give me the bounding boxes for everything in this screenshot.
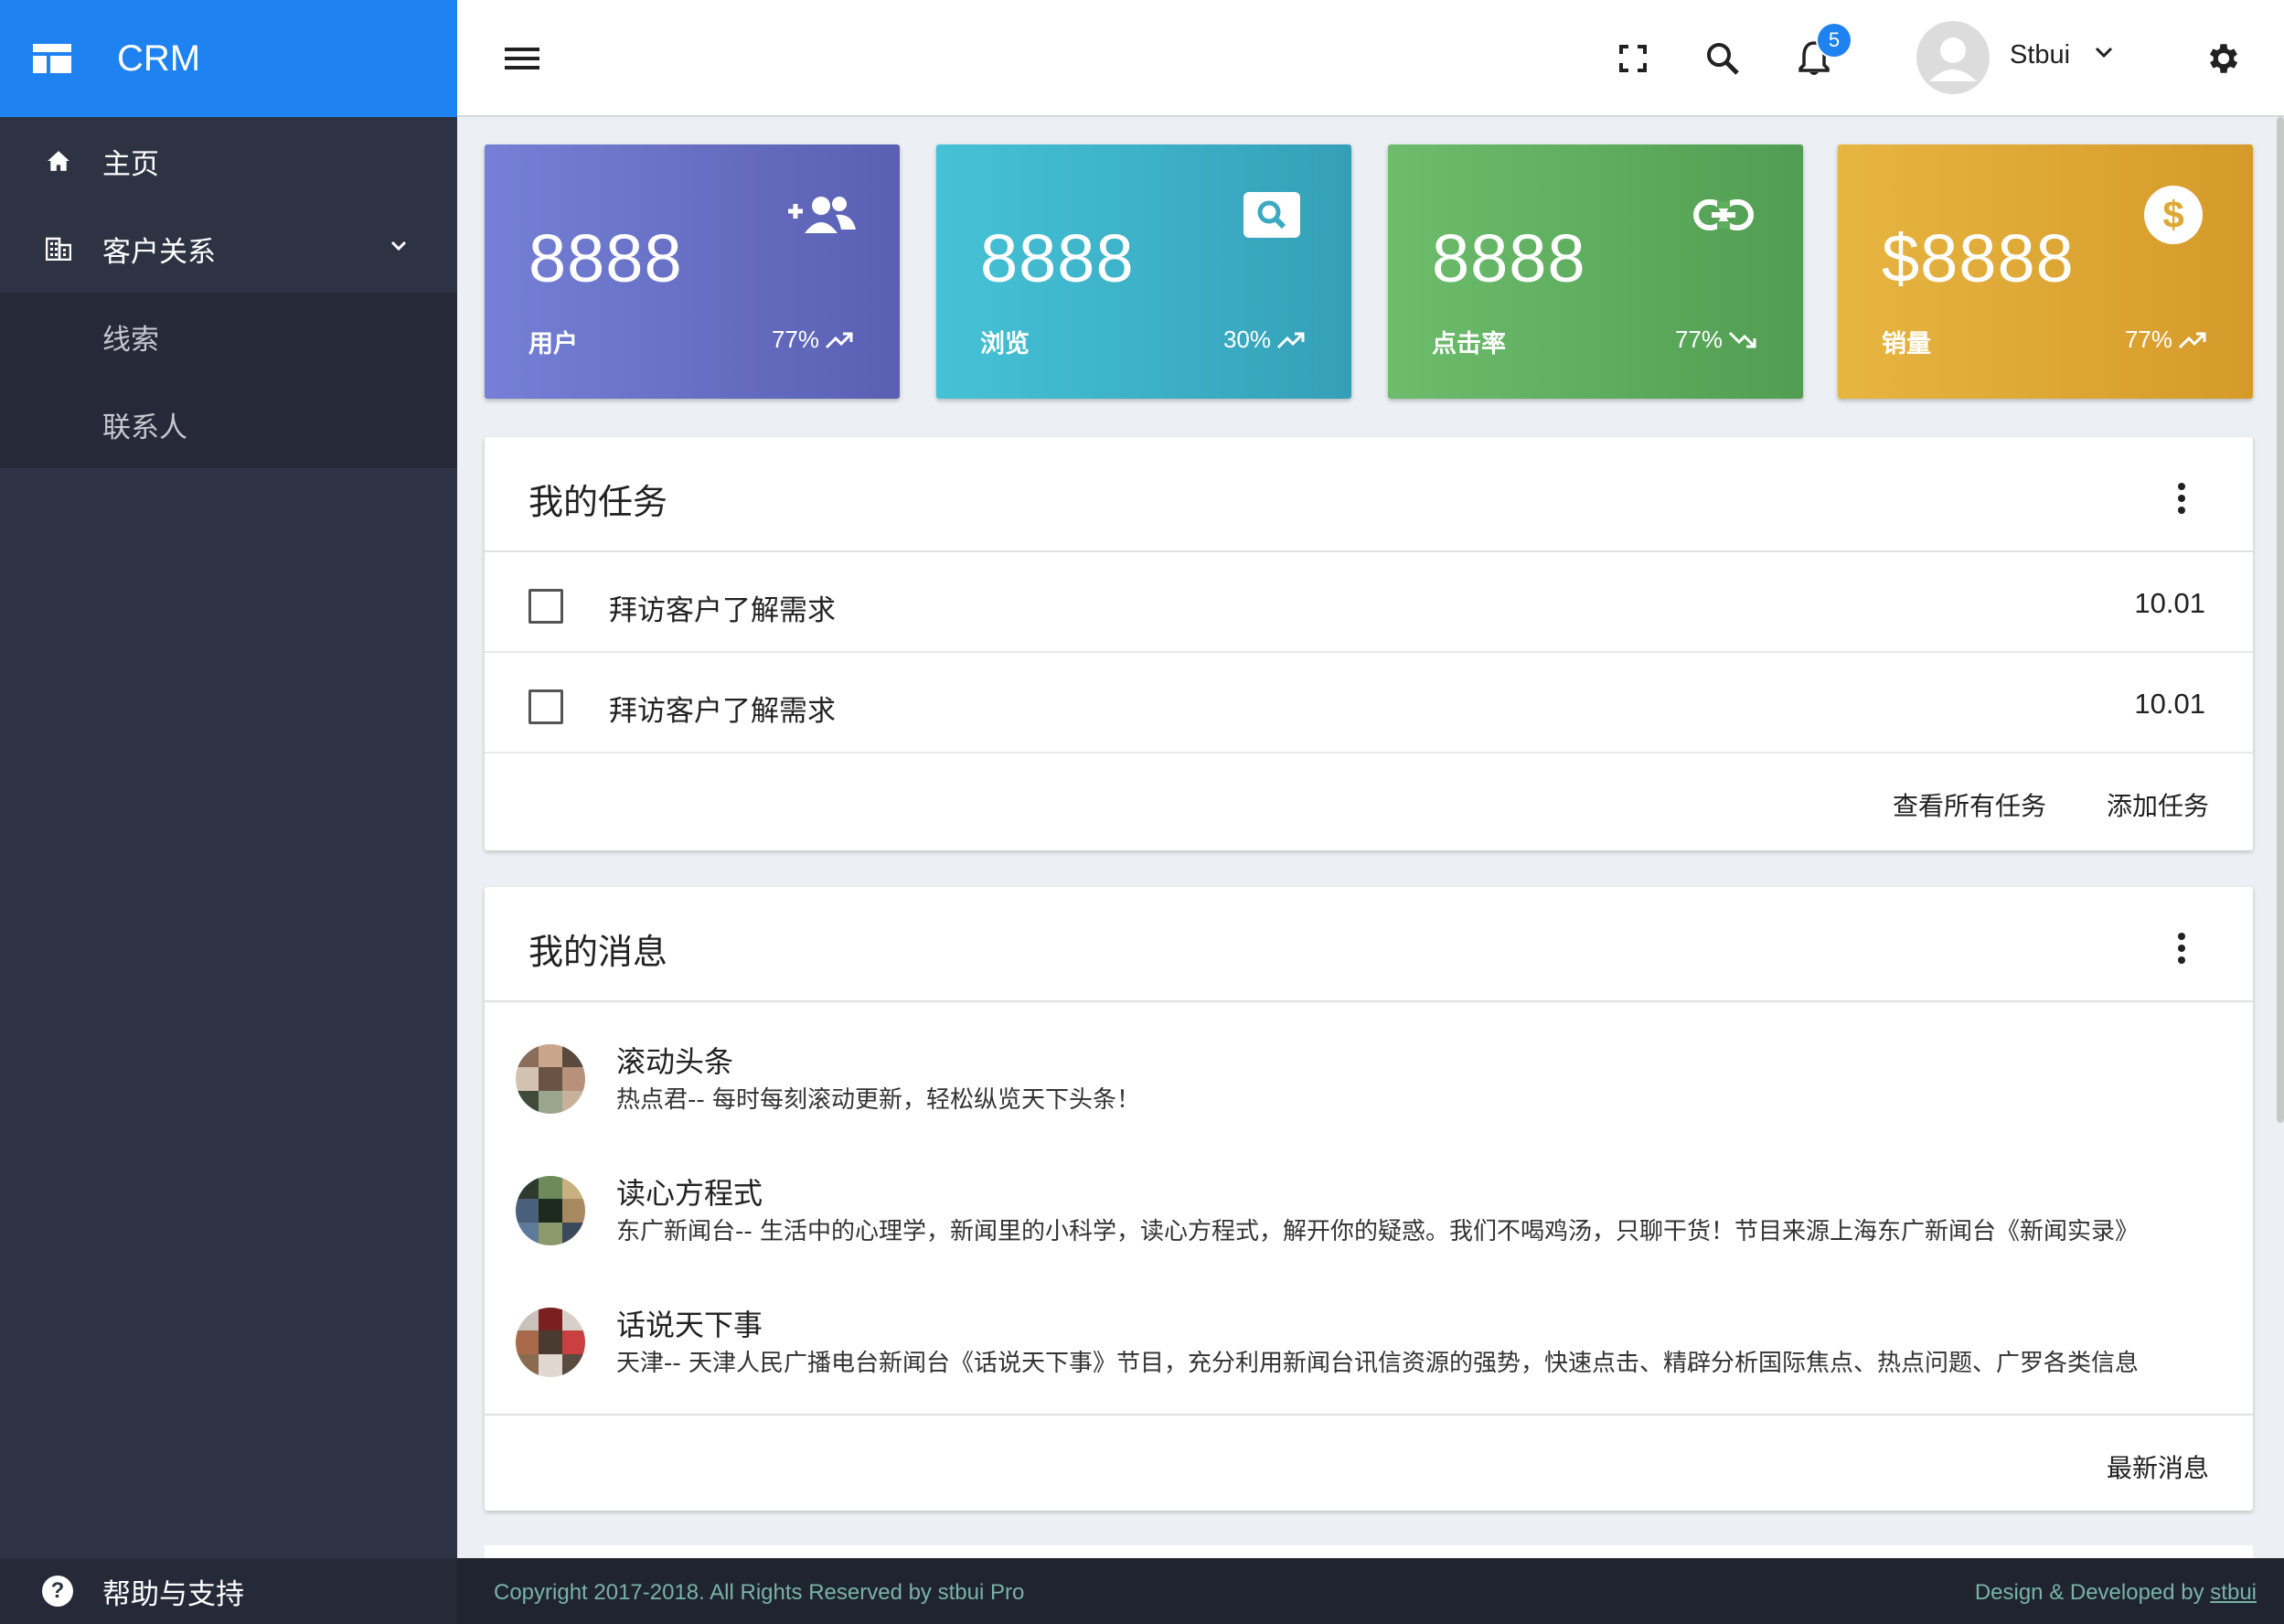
- brand-bar[interactable]: CRM: [0, 0, 457, 117]
- task-checkbox[interactable]: [528, 689, 563, 724]
- message-desc: 热点君-- 每时每刻滚动更新，轻松纵览天下头条！: [616, 1086, 1141, 1114]
- sidebar-item-label: 联系人: [102, 411, 187, 444]
- help-label: 帮助与支持: [102, 1577, 244, 1611]
- stat-card-users[interactable]: 8888 用户 77%: [485, 144, 900, 399]
- stat-label: 点击率: [1432, 330, 1506, 358]
- dashboard-logo-icon: [33, 44, 71, 73]
- building-icon: [42, 232, 75, 265]
- credit-link[interactable]: stbui: [2210, 1580, 2257, 1605]
- svg-text:$: $: [2162, 193, 2183, 236]
- topbar: 5 Stbui: [457, 0, 2284, 117]
- more-vert-icon[interactable]: [2176, 483, 2187, 514]
- task-row: 拜访客户了解需求 10.01: [485, 653, 2253, 753]
- chevron-down-icon: [390, 240, 407, 251]
- trending-down-icon: [1728, 331, 1756, 347]
- panel-header: 我的消息: [485, 887, 2253, 1002]
- add-task-button[interactable]: 添加任务: [2107, 786, 2209, 823]
- trending-up-icon: [2178, 332, 2206, 348]
- sidebar-item-label: 主页: [102, 147, 159, 181]
- sidebar-item-label: 线索: [102, 323, 159, 357]
- avatar: [516, 1044, 585, 1114]
- stat-label: 浏览: [980, 330, 1030, 358]
- fullscreen-icon[interactable]: [1611, 37, 1655, 80]
- stat-label: 销量: [1882, 330, 1931, 358]
- sidebar-item-leads[interactable]: 线索: [0, 293, 457, 380]
- message-item[interactable]: 话说天下事 天津-- 天津人民广播电台新闻台《话说天下事》节目，充分利用新闻台讯…: [485, 1282, 2253, 1414]
- sidebar-item-home[interactable]: 主页: [0, 117, 457, 205]
- task-date: 10.01: [2134, 688, 2205, 720]
- stat-value: $8888: [1882, 220, 2075, 296]
- message-desc: 天津-- 天津人民广播电台新闻台《话说天下事》节目，充分利用新闻台讯信资源的强势…: [616, 1350, 2140, 1377]
- dollar-icon: $: [2138, 185, 2209, 245]
- stat-percent: 30%: [1223, 326, 1306, 354]
- message-title: 话说天下事: [616, 1308, 763, 1342]
- messages-panel: 我的消息 滚动头条 热点君-- 每时每刻滚动更新，轻松纵览天下头条！ 读心方程式…: [485, 887, 2253, 1511]
- stat-percent: 77%: [772, 326, 854, 354]
- task-text: 拜访客户了解需求: [609, 695, 836, 728]
- search-icon[interactable]: [1701, 37, 1745, 80]
- panel-footer: 查看所有任务 添加任务: [485, 753, 2253, 849]
- stat-card-ctr[interactable]: 8888 点击率 77%: [1388, 144, 1803, 399]
- stat-percent: 77%: [2125, 326, 2207, 354]
- view-all-tasks-button[interactable]: 查看所有任务: [1893, 786, 2046, 823]
- task-row: 拜访客户了解需求 10.01: [485, 552, 2253, 653]
- stat-value: 8888: [1432, 220, 1586, 296]
- link-icon: [1688, 185, 1759, 245]
- chevron-down-icon[interactable]: [2094, 46, 2114, 60]
- help-support-link[interactable]: ? 帮助与支持: [0, 1558, 457, 1624]
- search-box-icon: [1236, 185, 1307, 245]
- stat-label: 用户: [528, 330, 578, 358]
- message-item[interactable]: 滚动头条 热点君-- 每时每刻滚动更新，轻松纵览天下头条！: [485, 1019, 2253, 1150]
- home-icon: [42, 144, 75, 177]
- settings-gear-icon[interactable]: [2202, 37, 2246, 80]
- sidebar-submenu: 线索 联系人: [0, 293, 457, 468]
- avatar: [516, 1308, 585, 1377]
- latest-messages-button[interactable]: 最新消息: [2107, 1448, 2209, 1485]
- more-vert-icon[interactable]: [2176, 933, 2187, 964]
- sidebar-item-label: 客户关系: [102, 235, 216, 269]
- add-group-icon: [784, 185, 856, 245]
- panel-title: 我的消息: [528, 932, 668, 972]
- sidebar-item-customers[interactable]: 客户关系: [0, 205, 457, 293]
- credit-text: Design & Developed by stbui: [1974, 1580, 2257, 1605]
- message-desc: 东广新闻台-- 生活中的心理学，新闻里的小科学，读心方程式，解开你的疑惑。我们不…: [616, 1218, 2140, 1245]
- stat-value: 8888: [980, 220, 1135, 296]
- notification-badge: 5: [1816, 22, 1852, 59]
- panel-title: 我的任务: [528, 482, 668, 522]
- trending-up-icon: [825, 332, 853, 348]
- menu-icon[interactable]: [501, 37, 545, 80]
- scrollbar[interactable]: [2277, 117, 2284, 1123]
- task-checkbox[interactable]: [528, 589, 563, 624]
- brand-name: CRM: [117, 37, 201, 79]
- message-title: 读心方程式: [616, 1176, 763, 1211]
- task-text: 拜访客户了解需求: [609, 594, 836, 627]
- stat-card-views[interactable]: 8888 浏览 30%: [936, 144, 1351, 399]
- panel-header: 我的任务: [485, 437, 2253, 552]
- copyright-text: Copyright 2017-2018. All Rights Reserved…: [494, 1580, 1025, 1605]
- panel-footer: 最新消息: [485, 1414, 2253, 1511]
- message-item[interactable]: 读心方程式 东广新闻台-- 生活中的心理学，新闻里的小科学，读心方程式，解开你的…: [485, 1150, 2253, 1282]
- stat-card-sales[interactable]: $ $8888 销量 77%: [1838, 144, 2253, 399]
- sidebar: CRM 主页 客户关系 线索 联系人 ? 帮助与支持: [0, 0, 457, 1624]
- username[interactable]: Stbui: [2010, 40, 2070, 70]
- task-date: 10.01: [2134, 587, 2205, 619]
- stat-percent: 77%: [1675, 326, 1757, 354]
- stat-value: 8888: [528, 220, 683, 296]
- avatar: [516, 1176, 585, 1245]
- help-icon: ?: [42, 1576, 73, 1607]
- sidebar-item-contacts[interactable]: 联系人: [0, 380, 457, 468]
- footer: Copyright 2017-2018. All Rights Reserved…: [457, 1558, 2284, 1624]
- avatar[interactable]: [1916, 21, 1990, 94]
- trending-up-icon: [1276, 332, 1305, 348]
- message-title: 滚动头条: [616, 1044, 734, 1079]
- tasks-panel: 我的任务 拜访客户了解需求 10.01 拜访客户了解需求 10.01 查看所有任…: [485, 437, 2253, 850]
